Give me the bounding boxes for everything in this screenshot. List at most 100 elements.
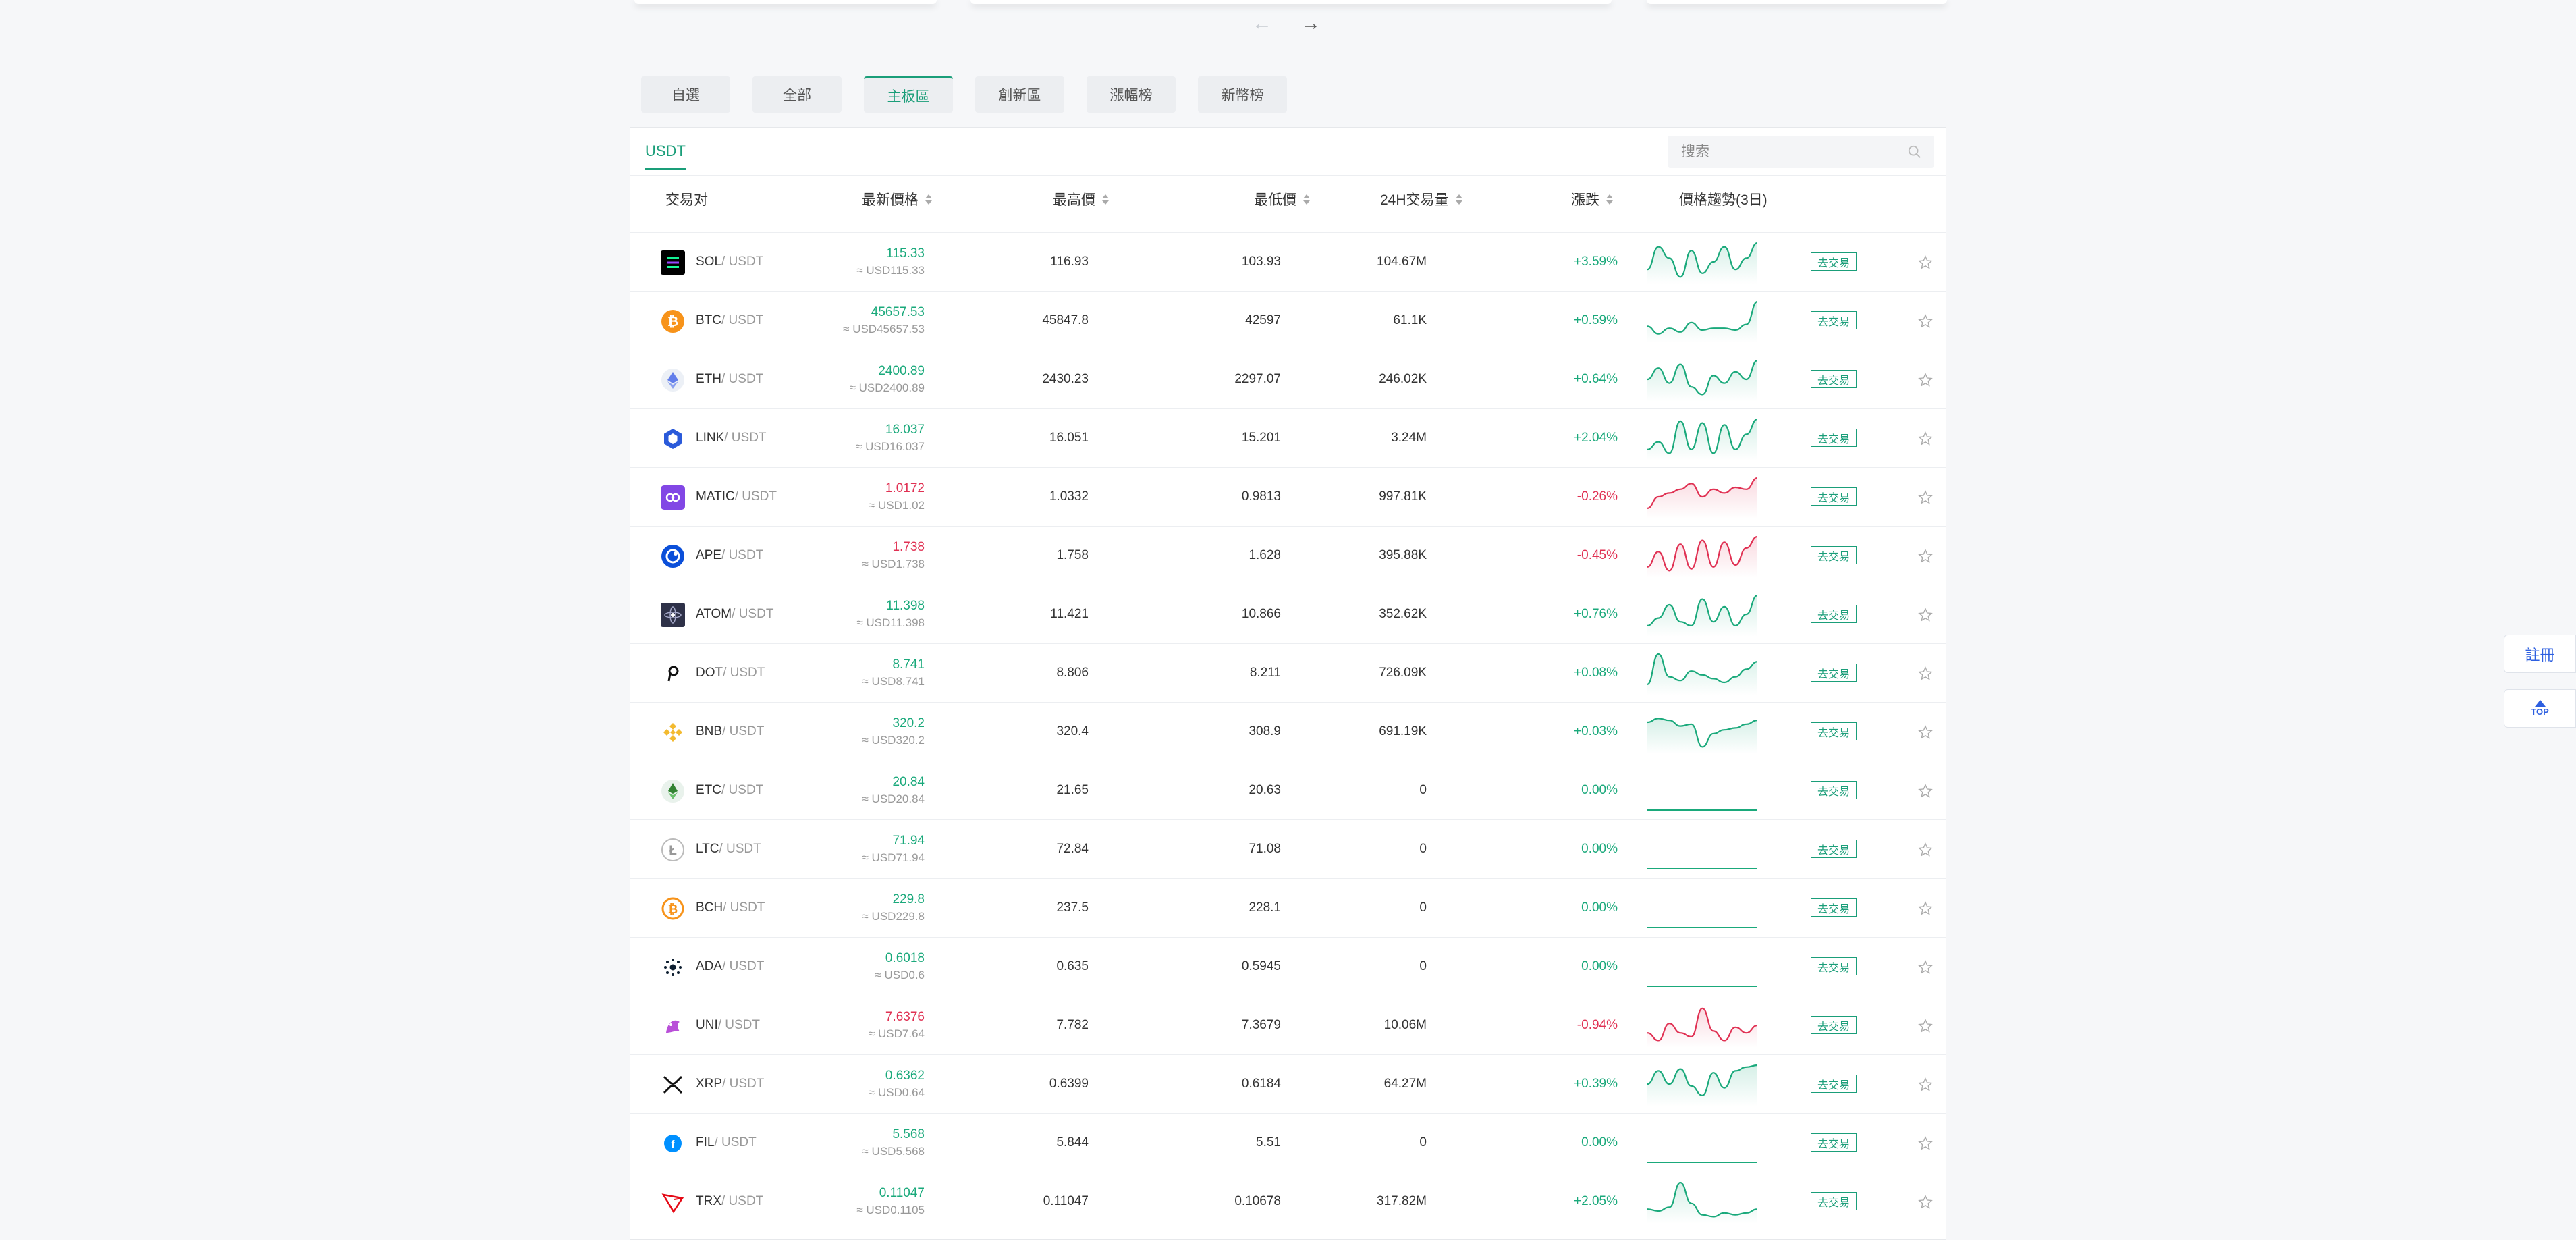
polygon-icon: [661, 485, 685, 510]
favorite-star-icon[interactable]: [1918, 784, 1933, 799]
favorite-star-icon[interactable]: [1918, 490, 1933, 505]
table-row[interactable]: UNI / USDT 7.6376 ≈ USD7.64 7.782 7.3679 10.06…: [630, 996, 1946, 1054]
pair-name[interactable]: LTC / USDT: [696, 820, 761, 878]
favorite-star-icon[interactable]: [1918, 1077, 1933, 1092]
trade-button[interactable]: 去交易: [1811, 605, 1857, 623]
tab-usdt[interactable]: USDT: [645, 142, 686, 170]
carousel-next-arrow[interactable]: →: [1300, 12, 1321, 35]
table-row[interactable]: ATOM / USDT 11.398 ≈ USD11.398 11.421 10.866 3…: [630, 585, 1946, 643]
carousel-prev-arrow[interactable]: ←: [1252, 12, 1272, 35]
favorite-star-icon[interactable]: [1918, 373, 1933, 387]
search-input[interactable]: [1680, 143, 1907, 161]
quote-symbol: / USDT: [722, 959, 765, 973]
trade-button[interactable]: 去交易: [1811, 546, 1857, 564]
tab-1[interactable]: 全部: [752, 76, 842, 113]
table-row[interactable]: ADA / USDT 0.6018 ≈ USD0.6 0.635 0.5945 0 0.00%…: [630, 937, 1946, 996]
quote-symbol: / USDT: [721, 372, 764, 386]
pair-name[interactable]: ETH / USDT: [696, 350, 763, 408]
pair-name[interactable]: ATOM / USDT: [696, 585, 773, 643]
pair-name[interactable]: SOL / USDT: [696, 233, 763, 291]
tab-0[interactable]: 自選: [641, 76, 730, 113]
trade-button[interactable]: 去交易: [1811, 840, 1857, 858]
pair-name[interactable]: MATIC / USDT: [696, 468, 777, 526]
search-icon[interactable]: [1907, 144, 1922, 159]
table-row[interactable]: ₿ BTC / USDT 45657.53 ≈ USD45657.53 45847.8 42…: [630, 291, 1946, 350]
favorite-star-icon[interactable]: [1918, 255, 1933, 270]
pair-name[interactable]: BTC / USDT: [696, 292, 763, 350]
trade-button[interactable]: 去交易: [1811, 722, 1857, 740]
trade-button[interactable]: 去交易: [1811, 487, 1857, 506]
table-row[interactable]: MATIC / USDT 1.0172 ≈ USD1.02 1.0332 0.9813 99…: [630, 467, 1946, 526]
pair-name[interactable]: LINK / USDT: [696, 409, 767, 467]
tab-3[interactable]: 創新區: [975, 76, 1064, 113]
register-button[interactable]: 註冊: [2504, 635, 2576, 673]
favorite-star-icon[interactable]: [1918, 314, 1933, 329]
pair-name[interactable]: FIL / USDT: [696, 1114, 757, 1172]
trade-button[interactable]: 去交易: [1811, 1192, 1857, 1210]
table-row[interactable]: APE / USDT 1.738 ≈ USD1.738 1.758 1.628 395.88…: [630, 526, 1946, 585]
favorite-star-icon[interactable]: [1918, 901, 1933, 916]
table-row[interactable]: ETC / USDT 20.84 ≈ USD20.84 21.65 20.63 0 0.00%…: [630, 761, 1946, 819]
pair-name[interactable]: APE / USDT: [696, 527, 763, 585]
pair-name[interactable]: ETC / USDT: [696, 761, 763, 819]
table-row[interactable]: ₿ BCH / USDT 229.8 ≈ USD229.8 237.5 228.1 0 0.00…: [630, 878, 1946, 937]
trade-button[interactable]: 去交易: [1811, 1133, 1857, 1152]
favorite-star-icon[interactable]: [1918, 608, 1933, 622]
low-price: 103.93: [1241, 254, 1281, 269]
trade-button[interactable]: 去交易: [1811, 664, 1857, 682]
table-row[interactable]: f FIL / USDT 5.568 ≈ USD5.568 5.844 5.51 0 0.00%…: [630, 1113, 1946, 1172]
chainlink-icon: [664, 429, 682, 449]
pair-name[interactable]: TRX / USDT: [696, 1172, 763, 1231]
pair-name[interactable]: BCH / USDT: [696, 879, 765, 937]
column-low[interactable]: 最低價: [1254, 176, 1310, 223]
trade-button[interactable]: 去交易: [1811, 252, 1857, 271]
base-symbol: MATIC: [696, 489, 735, 504]
trade-button[interactable]: 去交易: [1811, 370, 1857, 388]
table-row[interactable]: TRX / USDT 0.11047 ≈ USD0.1105 0.11047 0.1067…: [630, 1172, 1946, 1231]
price-trend-sparkline: [1647, 359, 1757, 402]
price-usd: ≈ USD1.738: [862, 558, 925, 570]
trade-button[interactable]: 去交易: [1811, 429, 1857, 447]
trade-button[interactable]: 去交易: [1811, 1016, 1857, 1034]
trade-button[interactable]: 去交易: [1811, 311, 1857, 329]
table-row[interactable]: DOT / USDT 8.741 ≈ USD8.741 8.806 8.211 726.09…: [630, 643, 1946, 702]
favorite-star-icon[interactable]: [1918, 1019, 1933, 1033]
price-value: 71.94: [892, 834, 925, 848]
pair-name[interactable]: XRP / USDT: [696, 1055, 764, 1113]
quote-symbol: / USDT: [732, 607, 774, 621]
favorite-star-icon[interactable]: [1918, 842, 1933, 857]
favorite-star-icon[interactable]: [1918, 1195, 1933, 1210]
column-high[interactable]: 最高價: [1053, 176, 1109, 223]
favorite-star-icon[interactable]: [1918, 960, 1933, 975]
table-row[interactable]: SOL / USDT 115.33 ≈ USD115.33 116.93 103.93 10…: [630, 232, 1946, 291]
pair-name[interactable]: BNB / USDT: [696, 703, 764, 761]
table-row[interactable]: LINK / USDT 16.037 ≈ USD16.037 16.051 15.201 3…: [630, 408, 1946, 467]
back-to-top-button[interactable]: TOP: [2504, 689, 2576, 728]
favorite-star-icon[interactable]: [1918, 431, 1933, 446]
tab-5[interactable]: 新幣榜: [1198, 76, 1287, 113]
favorite-star-icon[interactable]: [1918, 725, 1933, 740]
table-row[interactable]: ETH / USDT 2400.89 ≈ USD2400.89 2430.23 2297.…: [630, 350, 1946, 408]
pair-name[interactable]: UNI / USDT: [696, 996, 760, 1054]
table-row[interactable]: XRP / USDT 0.6362 ≈ USD0.64 0.6399 0.6184 64.2…: [630, 1054, 1946, 1113]
trade-button[interactable]: 去交易: [1811, 957, 1857, 975]
solana-icon: [661, 250, 685, 275]
column-volume[interactable]: 24H交易量: [1380, 176, 1462, 223]
table-row[interactable]: Ł LTC / USDT 71.94 ≈ USD71.94 72.84 71.08 0 0.00…: [630, 819, 1946, 878]
tab-2[interactable]: 主板區: [864, 76, 953, 113]
table-row[interactable]: BNB / USDT 320.2 ≈ USD320.2 320.4 308.9 691.19…: [630, 702, 1946, 761]
trade-button[interactable]: 去交易: [1811, 898, 1857, 917]
favorite-star-icon[interactable]: [1918, 666, 1933, 681]
tab-4[interactable]: 漲幅榜: [1087, 76, 1176, 113]
change-value: +0.76%: [1574, 607, 1618, 621]
pair-name[interactable]: ADA / USDT: [696, 938, 764, 996]
favorite-star-icon[interactable]: [1918, 1136, 1933, 1151]
price-value: 1.0172: [885, 481, 925, 495]
favorite-star-icon[interactable]: [1918, 549, 1933, 564]
trade-button[interactable]: 去交易: [1811, 781, 1857, 799]
column-change[interactable]: 漲跌: [1571, 176, 1613, 223]
trade-button[interactable]: 去交易: [1811, 1075, 1857, 1093]
change-value: -0.94%: [1577, 1018, 1618, 1032]
pair-name[interactable]: DOT / USDT: [696, 644, 765, 702]
column-last-price[interactable]: 最新價格: [862, 176, 932, 223]
